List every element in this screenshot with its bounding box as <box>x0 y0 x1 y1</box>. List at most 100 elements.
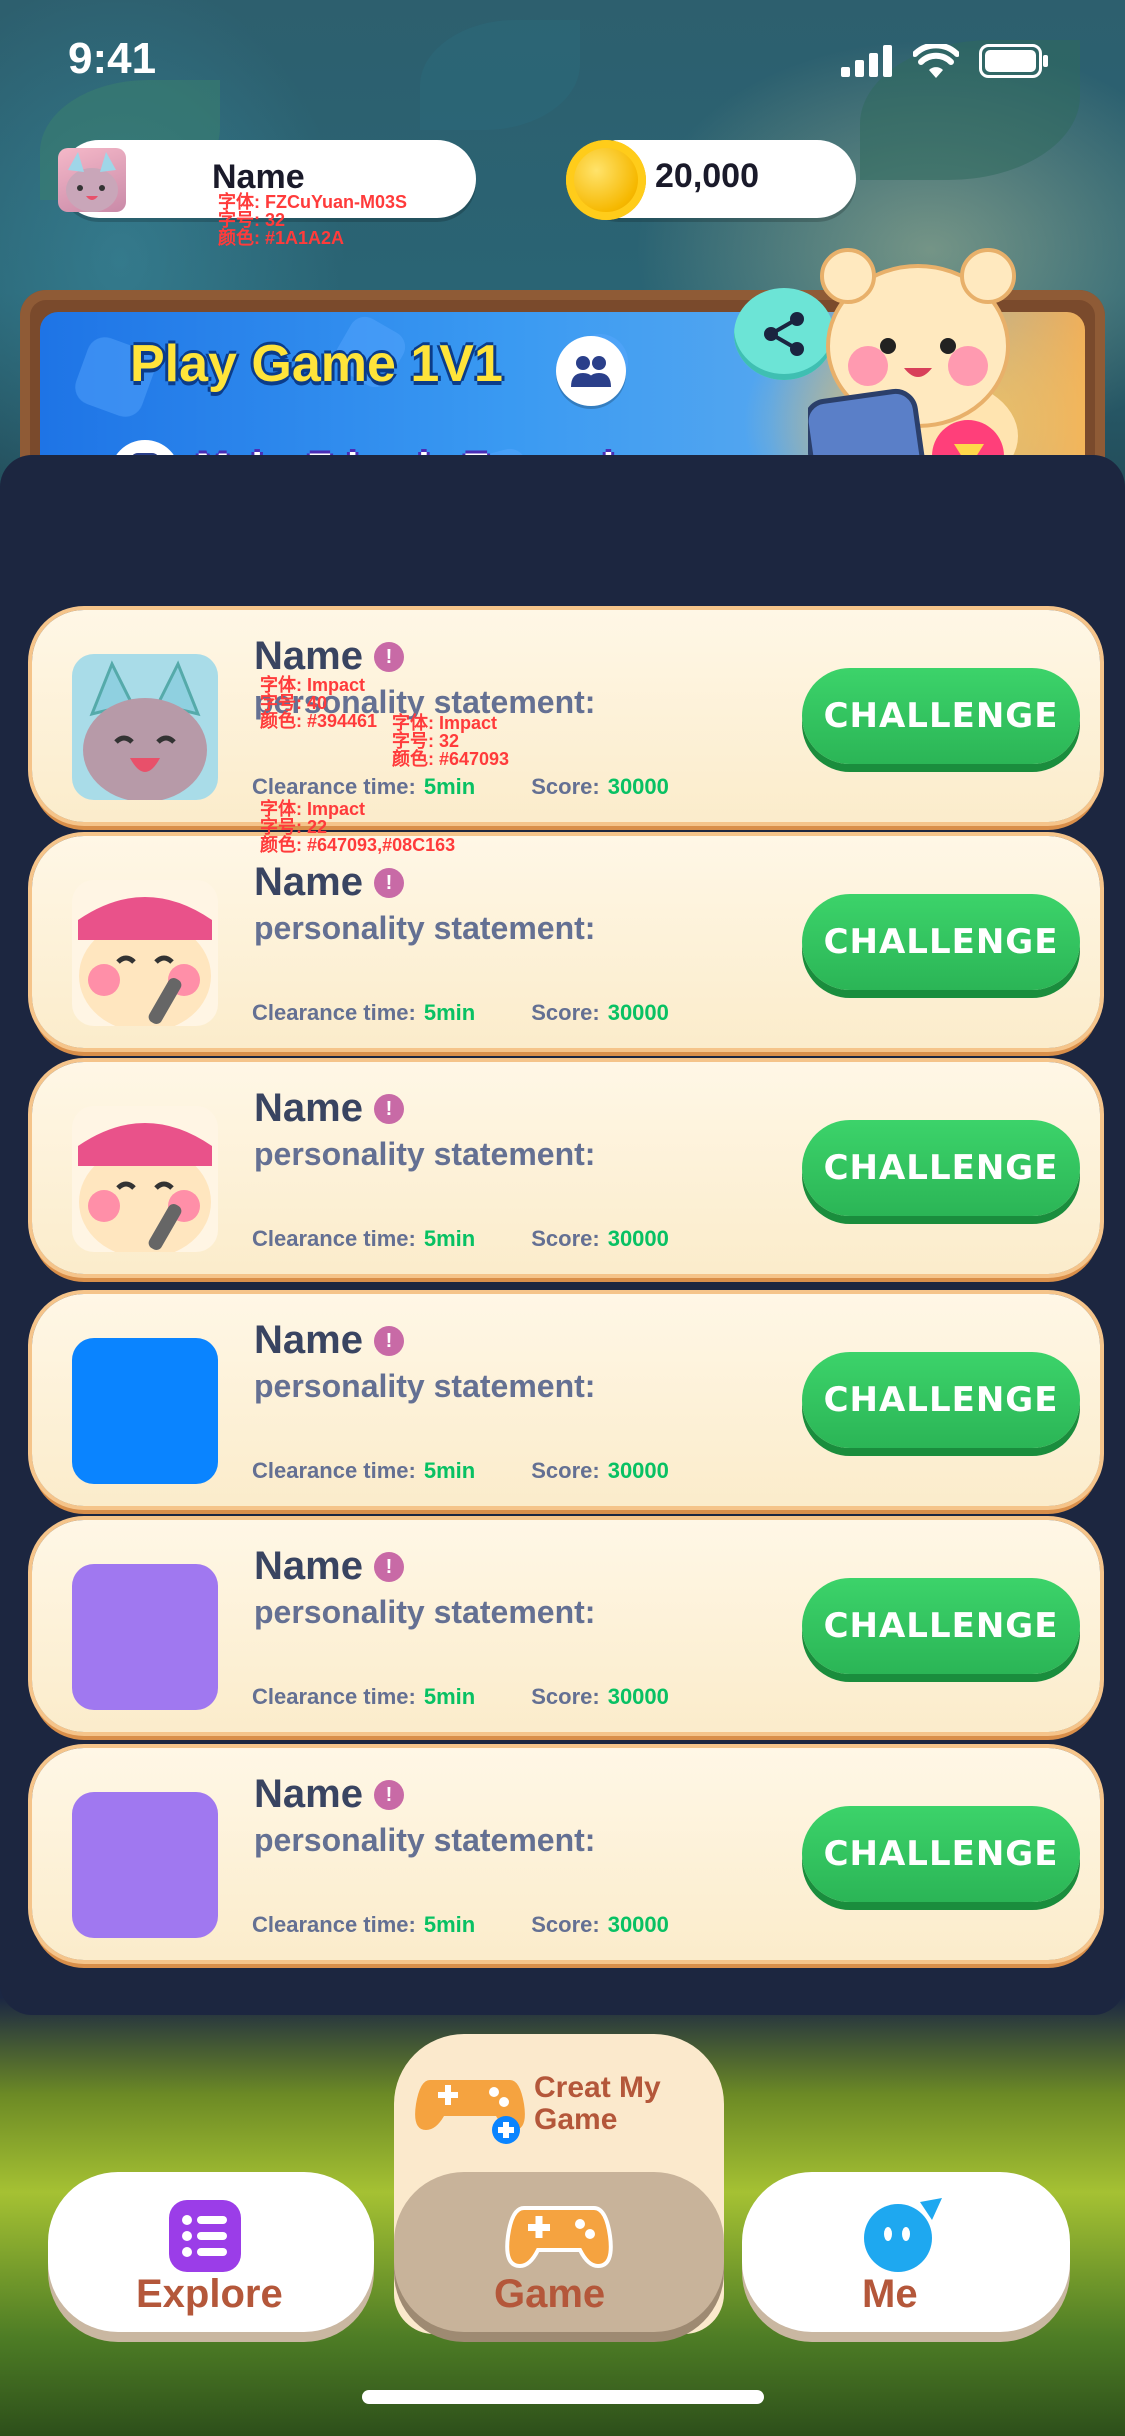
challenge-card[interactable]: Name! personality statement: Clearance tim… <box>32 610 1100 822</box>
tab-explore-label: Explore <box>136 2272 283 2316</box>
score-label: Score: <box>531 774 600 799</box>
score-label: Score: <box>531 1000 600 1025</box>
personality-statement: personality statement: <box>254 1594 596 1630</box>
clearance-time-label: Clearance time: <box>252 1226 416 1251</box>
player-name: Name <box>254 1318 363 1362</box>
clearance-time-value: 5min <box>423 1912 476 1937</box>
clearance-time-value: 5min <box>423 774 476 799</box>
score-value: 30000 <box>607 774 669 799</box>
challenge-button[interactable]: CHALLENGE <box>802 1120 1080 1216</box>
status-time: 9:41 <box>68 34 157 83</box>
tab-me-label: Me <box>862 2272 918 2316</box>
report-warning-icon[interactable]: ! <box>374 868 404 898</box>
player-stats: Clearance time: 5min Score: 30000 <box>252 774 669 800</box>
score-value: 30000 <box>607 1458 669 1483</box>
coin-value: 20,000 <box>655 157 759 195</box>
score-label: Score: <box>531 1458 600 1483</box>
report-warning-icon[interactable]: ! <box>374 1780 404 1810</box>
score-value: 30000 <box>607 1000 669 1025</box>
annotation-meta-size: 字号: 22 <box>260 817 328 837</box>
cat-pink-hat-avatar-icon <box>72 880 218 1026</box>
clearance-time-value: 5min <box>423 1684 476 1709</box>
score-value: 30000 <box>607 1912 669 1937</box>
player-name: Name <box>254 1544 363 1588</box>
wifi-icon <box>913 44 959 78</box>
clearance-time-label: Clearance time: <box>252 1684 416 1709</box>
player-stats: Clearance time: 5min Score: 30000 <box>252 1912 669 1938</box>
challenge-card[interactable]: Name! personality statement: Clearance tim… <box>32 1748 1100 1960</box>
player-avatar[interactable] <box>72 1792 218 1938</box>
clearance-time-label: Clearance time: <box>252 1458 416 1483</box>
player-avatar[interactable] <box>72 1106 218 1252</box>
challenge-button[interactable]: CHALLENGE <box>802 1578 1080 1674</box>
challenge-card[interactable]: Name! personality statement: Clearance tim… <box>32 1062 1100 1274</box>
list-icon <box>169 2200 241 2272</box>
game-controller-icon <box>505 2206 613 2269</box>
annotation-stmt-color: 颜色: #647093 <box>392 749 510 769</box>
banner-title: Play Game 1V1 <box>130 335 503 393</box>
score-value: 30000 <box>607 1226 669 1251</box>
score-label: Score: <box>531 1912 600 1937</box>
status-icons <box>841 44 1049 78</box>
annotation-name-color: 颜色: #394461 <box>260 711 378 731</box>
score-label: Score: <box>531 1226 600 1251</box>
versus-friends-icon <box>556 336 626 406</box>
player-stats: Clearance time: 5min Score: 30000 <box>252 1000 669 1026</box>
player-avatar[interactable] <box>72 654 218 800</box>
create-label-line1: Creat My <box>534 2071 661 2104</box>
player-name: Name <box>254 860 363 904</box>
challenge-card[interactable]: Name! personality statement: Clearance tim… <box>32 836 1100 1048</box>
annotation-meta-font: 字体: Impact <box>260 799 366 819</box>
report-warning-icon[interactable]: ! <box>374 1094 404 1124</box>
challenge-button[interactable]: CHALLENGE <box>802 1806 1080 1902</box>
profile-avatar[interactable] <box>58 148 126 212</box>
annotation-size: 字号: 32 <box>218 210 286 230</box>
tab-game-label: Game <box>494 2272 606 2316</box>
player-name: Name <box>254 634 363 678</box>
challenge-card[interactable]: Name! personality statement: Clearance tim… <box>32 1294 1100 1506</box>
annotation-stmt-size: 字号: 32 <box>392 731 460 751</box>
challenge-card[interactable]: Name! personality statement: Clearance tim… <box>32 1520 1100 1732</box>
personality-statement: personality statement: <box>254 1822 596 1858</box>
annotation-font: 字体: FZCuYuan-M03S <box>218 192 408 212</box>
annotation-stmt-font: 字体: Impact <box>392 713 498 733</box>
personality-statement: personality statement: <box>254 1368 596 1404</box>
player-stats: Clearance time: 5min Score: 30000 <box>252 1226 669 1252</box>
create-game-controller-icon <box>415 2080 525 2144</box>
home-indicator <box>362 2390 764 2404</box>
report-warning-icon[interactable]: ! <box>374 1552 404 1582</box>
challenge-button[interactable]: CHALLENGE <box>802 1352 1080 1448</box>
clearance-time-label: Clearance time: <box>252 1000 416 1025</box>
create-label-line2: Game <box>534 2103 618 2136</box>
personality-statement: personality statement: <box>254 1136 596 1172</box>
clearance-time-label: Clearance time: <box>252 774 416 799</box>
clearance-time-value: 5min <box>423 1226 476 1251</box>
player-stats: Clearance time: 5min Score: 30000 <box>252 1684 669 1710</box>
player-avatar[interactable] <box>72 1564 218 1710</box>
battery-icon <box>979 44 1048 78</box>
player-avatar[interactable] <box>72 880 218 1026</box>
coin-icon <box>566 140 646 220</box>
cat-avatar-icon <box>66 152 118 212</box>
player-name: Name <box>254 1086 363 1130</box>
cat-pink-hat-avatar-icon <box>72 1106 218 1252</box>
clearance-time-value: 5min <box>423 1458 476 1483</box>
player-name: Name <box>254 1772 363 1816</box>
player-stats: Clearance time: 5min Score: 30000 <box>252 1458 669 1484</box>
player-avatar[interactable] <box>72 1338 218 1484</box>
cellular-signal-icon <box>841 45 892 77</box>
clearance-time-label: Clearance time: <box>252 1912 416 1937</box>
annotation-color: 颜色: #1A1A2A <box>218 228 345 248</box>
clearance-time-value: 5min <box>423 1000 476 1025</box>
personality-statement: personality statement: <box>254 910 596 946</box>
challenge-button[interactable]: CHALLENGE <box>802 668 1080 764</box>
create-my-game-label: Creat My Game <box>534 2072 694 2136</box>
report-warning-icon[interactable]: ! <box>374 1326 404 1356</box>
annotation-meta-color: 颜色: #647093,#08C163 <box>260 835 456 855</box>
annotation-name-font: 字体: Impact <box>260 675 366 695</box>
annotation-name-size: 字号: 40 <box>260 693 328 713</box>
score-value: 30000 <box>607 1684 669 1709</box>
challenge-button[interactable]: CHALLENGE <box>802 894 1080 990</box>
score-label: Score: <box>531 1684 600 1709</box>
report-warning-icon[interactable]: ! <box>374 642 404 672</box>
